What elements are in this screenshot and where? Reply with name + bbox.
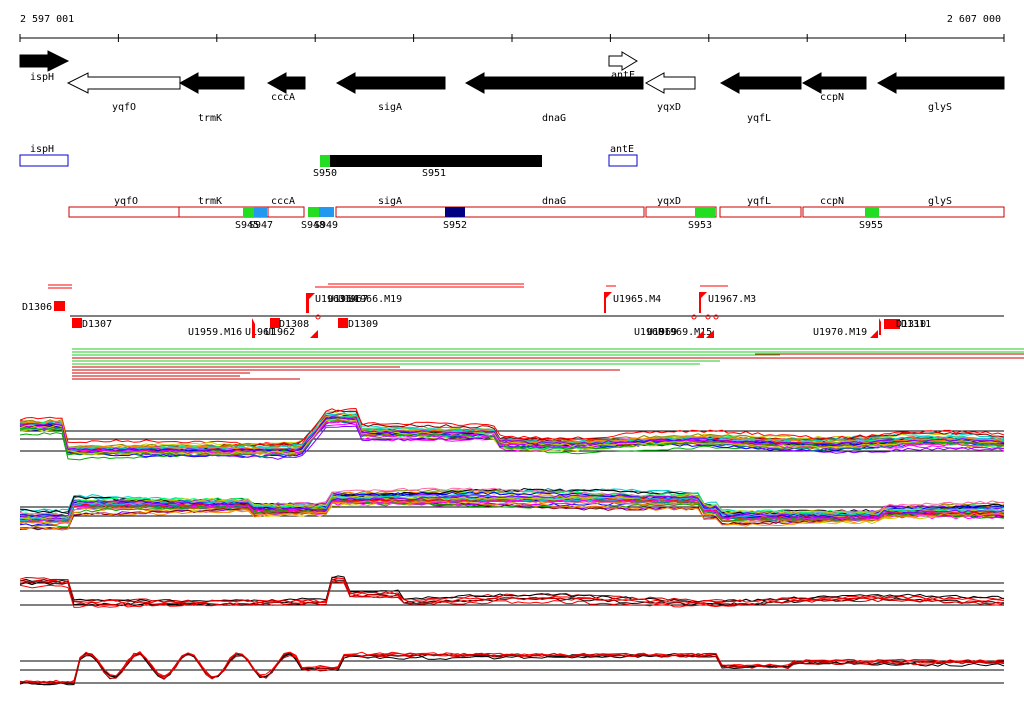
tu-flag: [699, 292, 707, 313]
tu-label-U1967-M3: U1967.M3: [708, 294, 756, 305]
operon-box-label-ccpN: ccpN: [820, 196, 844, 207]
read-coverage-lines: [72, 348, 1024, 380]
gene-track: ispH yqfO trmK cccA sigA dnaG antE yqxD …: [19, 50, 1005, 124]
gene-yqfO[interactable]: yqfO: [66, 72, 181, 113]
segment-label-S947: S947: [249, 220, 273, 231]
operon-box-label-sigA: sigA: [378, 196, 402, 207]
axis-start-label: 2 597 001: [20, 14, 74, 25]
tu-marker-D1309[interactable]: [338, 318, 348, 328]
operon-box-sigA[interactable]: [335, 206, 645, 218]
expression-panel-minus-summary: [19, 651, 1005, 686]
gene-label-trmK: trmK: [198, 113, 222, 124]
gene-yqxD[interactable]: yqxD: [644, 72, 696, 113]
expression-series-line: [20, 651, 1005, 684]
tu-label-U1969-M15: U1969.M15: [658, 327, 712, 338]
tu-marker-D1307[interactable]: [72, 318, 82, 328]
operon-box-label-antE: antE: [610, 144, 634, 155]
expression-panel-minus-tiling: [19, 487, 1005, 531]
gene-label-glyS: glyS: [928, 102, 952, 113]
operon-box-label-yqfL: yqfL: [747, 196, 771, 207]
gene-label-cccA: cccA: [271, 92, 295, 103]
gene-cccA[interactable]: cccA: [266, 72, 306, 103]
segment-label-S952: S952: [443, 220, 467, 231]
operon-box-cccA[interactable]: [267, 206, 305, 218]
segment-label-S951: S951: [422, 168, 446, 179]
tu-label-D1308: D1308: [279, 319, 309, 330]
tu-label-U1959-M16: U1959.M16: [188, 327, 242, 338]
segment-S947[interactable]: [254, 207, 267, 217]
gene-label-yqfO: yqfO: [112, 102, 136, 113]
segment-label-S953: S953: [688, 220, 712, 231]
tu-label-D1309: D1309: [348, 319, 378, 330]
tu-label-D1307: D1307: [82, 319, 112, 330]
segment-S950[interactable]: [320, 155, 330, 167]
gene-label-ccpN: ccpN: [820, 92, 844, 103]
gene-label-antE: antE: [611, 70, 635, 81]
operon-box-label-yqfO: yqfO: [114, 196, 138, 207]
tu-label-D1311: D1311: [901, 319, 931, 330]
expression-panel-plus-summary: [19, 575, 1005, 608]
genome-browser-canvas: 2 597 001 2 607 000 ispH yqfO trmK cccA …: [19, 14, 1024, 686]
segment-label-S955: S955: [859, 220, 883, 231]
gene-sigA[interactable]: sigA: [335, 72, 446, 113]
expression-series-line: [19, 653, 1005, 685]
gene-glyS[interactable]: glyS: [876, 72, 1005, 113]
gene-label-yqxD: yqxD: [657, 102, 681, 113]
gene-label-dnaG: dnaG: [542, 113, 566, 124]
operon-box-label-yqxD: yqxD: [657, 196, 681, 207]
operon-box-ccpN[interactable]: [802, 206, 1005, 218]
transcription-unit-track: D1306 D1307 U1959.M16 U1961 U1962 D1308 …: [22, 283, 1004, 338]
expression-series-line: [19, 576, 1005, 604]
axis-end-label: 2 607 000: [947, 14, 1001, 25]
operon-box-label-ispH: ispH: [30, 144, 54, 155]
operon-track-plus: ispH antE S950 S951: [19, 144, 638, 179]
segment-S953[interactable]: [695, 207, 715, 217]
operon-track-minus: yqfO trmK cccA sigA dnaG yqxD yqfL ccpN …: [68, 196, 1005, 231]
operon-box-label-glyS: glyS: [928, 196, 952, 207]
expression-series-line: [19, 652, 1005, 686]
operon-box-ispH[interactable]: [19, 154, 69, 167]
gene-label-ispH: ispH: [30, 72, 54, 83]
segment-S955[interactable]: [865, 207, 879, 217]
operon-box-yqfL[interactable]: [719, 206, 802, 218]
tu-label-D1306: D1306: [22, 302, 52, 313]
segment-label-S949: S949: [314, 220, 338, 231]
operon-box-yqfO[interactable]: [68, 206, 180, 218]
gene-antE[interactable]: antE: [608, 51, 638, 81]
tu-flag: [604, 292, 612, 313]
gene-ispH[interactable]: ispH: [19, 50, 70, 83]
tu-flag: [870, 330, 878, 338]
gene-yqfL[interactable]: yqfL: [719, 72, 802, 124]
tu-label-U1965-M4: U1965.M4: [613, 294, 661, 305]
expression-series-line: [19, 652, 1005, 686]
tu-flag: [310, 330, 318, 338]
segment-S952[interactable]: [445, 207, 465, 217]
gene-ccpN[interactable]: ccpN: [801, 72, 867, 103]
tu-label-U1966-M19: U1966.M19: [348, 294, 402, 305]
gene-label-sigA: sigA: [378, 102, 402, 113]
operon-box-label-trmK: trmK: [198, 196, 222, 207]
expression-panel-plus-tiling: [19, 407, 1005, 461]
segment-S951[interactable]: [330, 155, 542, 167]
segment-S949[interactable]: [319, 207, 334, 217]
tu-label-U1970-M19: U1970.M19: [813, 327, 867, 338]
tu-flag: [879, 318, 881, 335]
coordinate-axis: 2 597 001 2 607 000: [19, 14, 1005, 42]
segment-S948[interactable]: [308, 207, 319, 217]
operon-box-antE[interactable]: [608, 154, 638, 167]
segment-label-S950: S950: [313, 168, 337, 179]
operon-box-label-cccA: cccA: [271, 196, 295, 207]
tu-flag: [252, 318, 255, 338]
segment-S945[interactable]: [243, 207, 254, 217]
gene-trmK[interactable]: trmK: [178, 72, 245, 124]
gene-label-yqfL: yqfL: [747, 113, 771, 124]
tu-flag: [306, 293, 315, 313]
operon-box-label-dnaG: dnaG: [542, 196, 566, 207]
tu-marker-D1306[interactable]: [54, 301, 65, 311]
